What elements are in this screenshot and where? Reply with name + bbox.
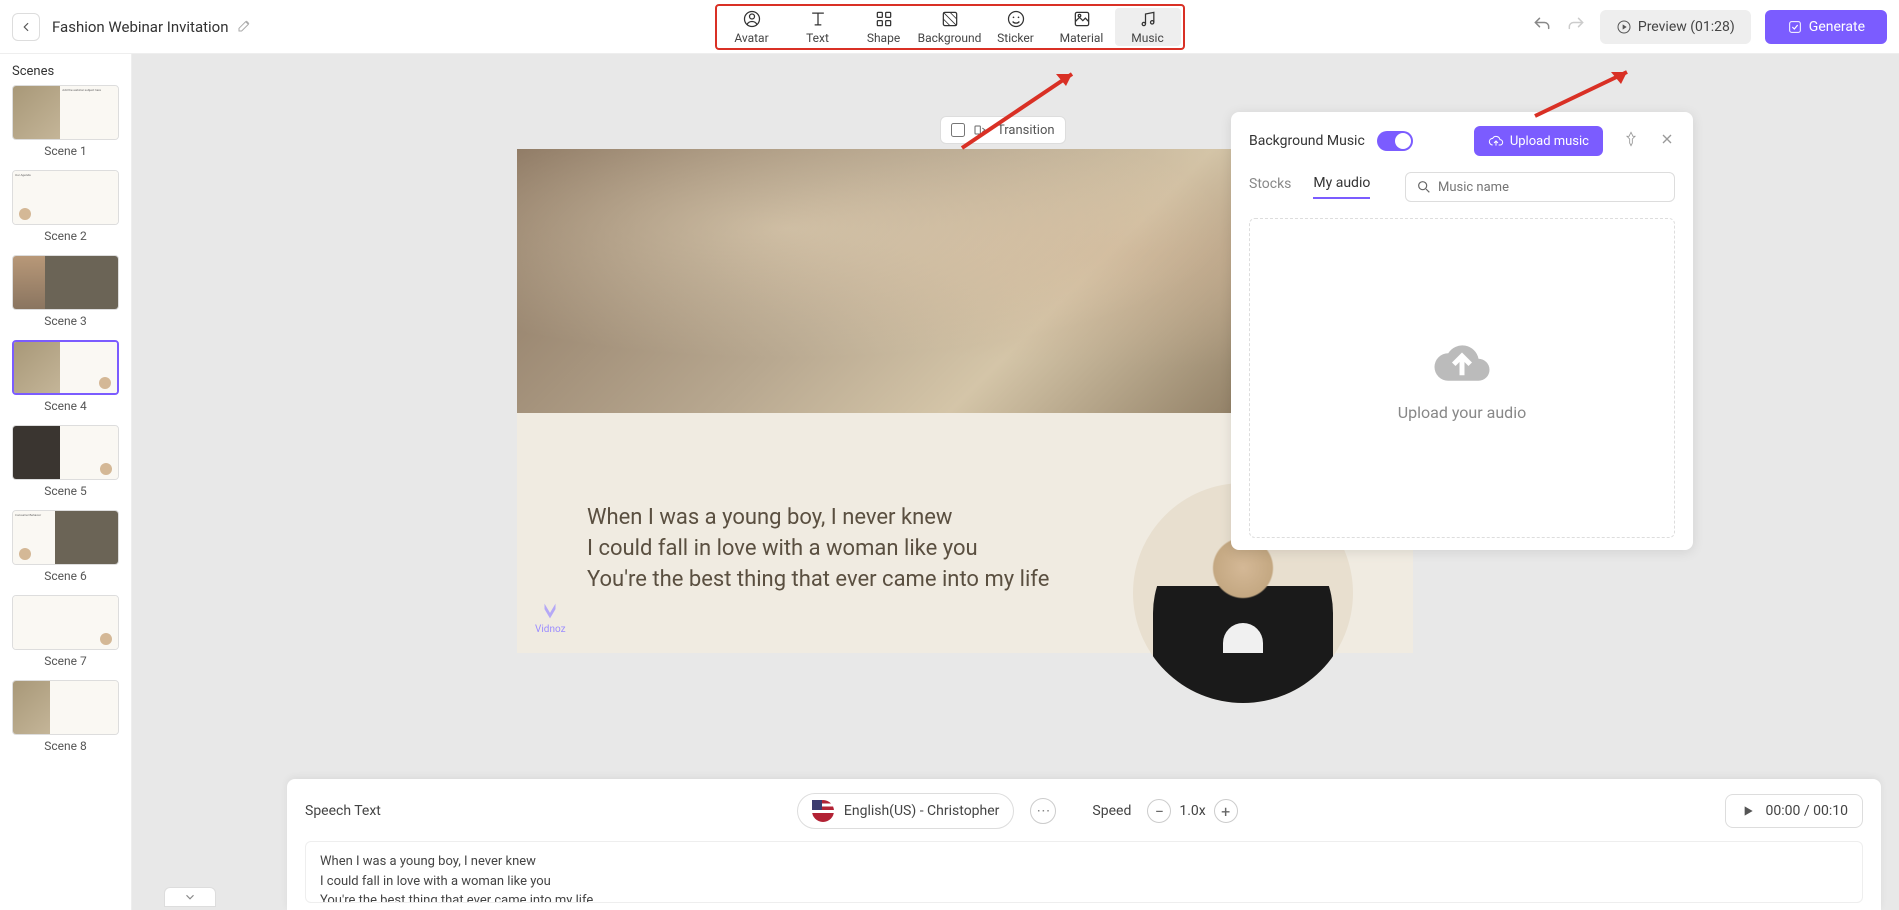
- redo-button[interactable]: [1566, 15, 1586, 39]
- cloud-upload-icon: [1427, 334, 1497, 389]
- annotation-arrow-1: [952, 68, 1082, 158]
- scene-item-1[interactable]: Add the webinar subject hereScene 1: [12, 85, 119, 158]
- bg-music-toggle[interactable]: [1377, 131, 1413, 151]
- avatar-person: [1153, 523, 1333, 703]
- scenes-panel: Scenes Add the webinar subject hereScene…: [0, 54, 132, 910]
- bottom-panel: Speech Text English(US) - Christopher ⋯ …: [287, 779, 1881, 910]
- tool-material[interactable]: Material: [1049, 8, 1115, 46]
- tool-text[interactable]: Text: [785, 8, 851, 46]
- transition-icon: [973, 122, 989, 138]
- tab-stocks[interactable]: Stocks: [1249, 176, 1291, 198]
- scene-item-6[interactable]: Consumer BehaviorScene 6: [12, 510, 119, 583]
- voice-more-button[interactable]: ⋯: [1030, 798, 1056, 824]
- play-icon: [1740, 803, 1756, 819]
- back-button[interactable]: [12, 13, 40, 41]
- preview-button[interactable]: Preview (01:28): [1600, 10, 1751, 44]
- avatar-icon: [742, 9, 762, 29]
- project-title: Fashion Webinar Invitation: [52, 18, 229, 36]
- top-bar: Fashion Webinar Invitation Avatar Text S…: [0, 0, 1899, 54]
- pin-button[interactable]: [1623, 131, 1639, 151]
- tool-sticker[interactable]: Sticker: [983, 8, 1049, 46]
- scene-item-2[interactable]: Our AgendaScene 2: [12, 170, 119, 243]
- music-panel: Background Music Upload music Stocks My …: [1231, 112, 1693, 550]
- chevron-left-icon: [19, 20, 33, 34]
- chevron-down-icon: [183, 890, 197, 904]
- flag-us-icon: [812, 800, 834, 822]
- play-circle-icon: [1616, 19, 1632, 35]
- transition-badge[interactable]: Transition: [940, 116, 1066, 144]
- material-icon: [1072, 9, 1092, 29]
- tool-avatar[interactable]: Avatar: [719, 8, 785, 46]
- upload-cloud-icon: [1488, 133, 1504, 149]
- speed-label: Speed: [1092, 803, 1131, 819]
- speech-text-input[interactable]: When I was a young boy, I never knew I c…: [305, 841, 1863, 903]
- speed-increase-button[interactable]: +: [1214, 799, 1238, 823]
- music-search[interactable]: [1405, 172, 1675, 202]
- collapse-bottom-button[interactable]: [164, 887, 216, 907]
- close-panel-button[interactable]: [1659, 131, 1675, 151]
- speed-decrease-button[interactable]: −: [1147, 799, 1171, 823]
- upload-music-button[interactable]: Upload music: [1474, 126, 1603, 156]
- generate-icon: [1787, 19, 1803, 35]
- music-search-input[interactable]: [1438, 180, 1664, 195]
- speed-value: 1.0x: [1179, 803, 1205, 819]
- text-icon: [808, 9, 828, 29]
- edit-title-icon[interactable]: [237, 17, 253, 37]
- generate-button[interactable]: Generate: [1765, 10, 1887, 44]
- scene-item-4[interactable]: Scene 4: [12, 340, 119, 413]
- upload-drop-text: Upload your audio: [1398, 403, 1526, 422]
- undo-button[interactable]: [1532, 15, 1552, 39]
- main-toolbar: Avatar Text Shape Background Sticker Mat…: [715, 4, 1185, 50]
- shape-icon: [874, 9, 894, 29]
- sticker-icon: [1006, 9, 1026, 29]
- vidnoz-icon: [539, 600, 561, 622]
- scene-item-7[interactable]: Scene 7: [12, 595, 119, 668]
- scene-item-8[interactable]: Scene 8: [12, 680, 119, 753]
- transition-checkbox[interactable]: [951, 123, 965, 137]
- search-icon: [1416, 179, 1432, 195]
- tool-shape[interactable]: Shape: [851, 8, 917, 46]
- scenes-title: Scenes: [12, 64, 119, 79]
- scene-item-3[interactable]: Scene 3: [12, 255, 119, 328]
- playback-control[interactable]: 00:00 / 00:10: [1725, 794, 1863, 828]
- tab-my-audio[interactable]: My audio: [1313, 175, 1370, 199]
- top-right-controls: Preview (01:28) Generate: [1532, 10, 1887, 44]
- upload-drop-zone[interactable]: Upload your audio: [1249, 218, 1675, 538]
- scene-item-5[interactable]: Scene 5: [12, 425, 119, 498]
- watermark-logo: Vidnoz: [535, 600, 566, 635]
- tool-background[interactable]: Background: [917, 8, 983, 46]
- tool-music[interactable]: Music: [1115, 8, 1181, 46]
- canvas-area: Transition When I was a young boy, I nev…: [132, 54, 1899, 910]
- background-icon: [940, 9, 960, 29]
- music-panel-title: Background Music: [1249, 133, 1365, 149]
- music-icon: [1138, 9, 1158, 29]
- speech-text-label: Speech Text: [305, 803, 381, 819]
- voice-selector[interactable]: English(US) - Christopher: [797, 793, 1015, 829]
